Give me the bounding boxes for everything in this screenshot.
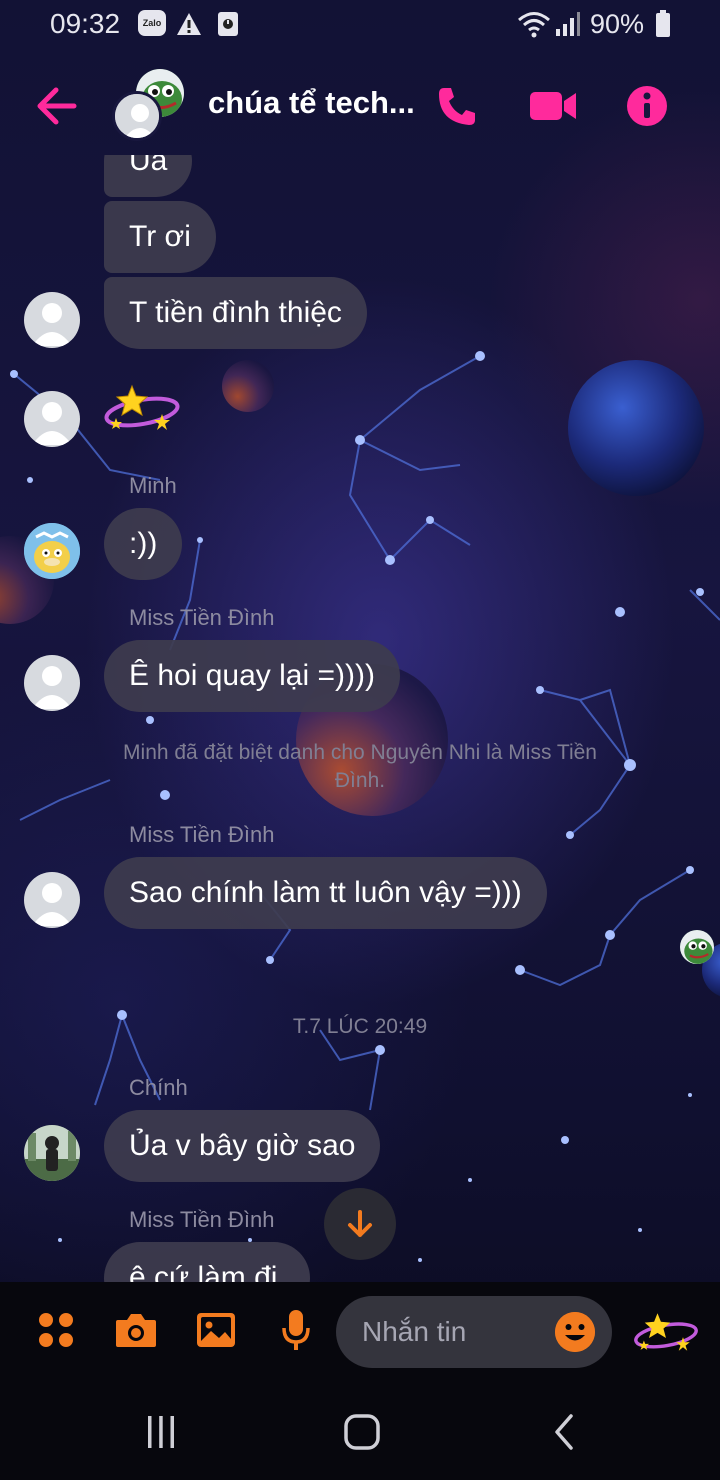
status-bar: 09:32 Zalo 90% [0, 0, 720, 50]
scroll-to-bottom-button[interactable] [324, 1188, 396, 1260]
smiley-icon [555, 1312, 595, 1352]
sender-name: Chính [129, 1075, 188, 1100]
recent-apps-button[interactable] [141, 1412, 181, 1452]
signal-icon [554, 10, 582, 38]
message-bubble[interactable]: Ê hoi quay lại =)))) [104, 640, 400, 712]
video-camera-icon [530, 92, 576, 120]
message-list[interactable]: Ủa Tr ơi T tiền đình thiệc Minh :)) Miss… [0, 155, 720, 1282]
sender-name: Miss Tiền Đình [129, 605, 275, 630]
avatar[interactable] [24, 292, 80, 348]
message-text: T tiền đình thiệc [129, 296, 342, 329]
grid-dots-icon [39, 1313, 73, 1347]
warning-icon [176, 10, 202, 38]
photo-avatar-icon [24, 1125, 80, 1181]
back-arrow-icon [37, 87, 77, 125]
camera-icon [116, 1314, 156, 1347]
sender-name: Miss Tiền Đình [129, 1207, 275, 1232]
gallery-button[interactable] [194, 1306, 238, 1354]
battery-percent: 90% [590, 9, 645, 39]
zalo-notification-icon: Zalo [138, 10, 166, 36]
microphone-icon [282, 1310, 310, 1350]
message-text: Tr ơi [129, 220, 191, 253]
avatar[interactable] [24, 872, 80, 928]
recent-apps-icon [148, 1416, 174, 1448]
stars-sticker[interactable] [102, 380, 182, 436]
avatar[interactable] [24, 391, 80, 447]
message-bubble[interactable]: Sao chính làm tt luôn vậy =))) [104, 857, 547, 929]
message-bubble[interactable]: Tr ơi [104, 201, 216, 273]
screen-record-icon [216, 10, 240, 38]
default-person-icon [32, 303, 72, 346]
video-call-button[interactable] [526, 79, 580, 133]
message-bubble[interactable]: Ủa v bây giờ sao [104, 1110, 381, 1182]
system-back-button[interactable] [544, 1412, 584, 1452]
info-icon [627, 86, 667, 126]
sender-name: Minh [129, 473, 177, 498]
message-text: :)) [129, 527, 158, 560]
message-bubble[interactable]: T tiền đình thiệc [104, 277, 367, 349]
quick-sticker-button[interactable] [632, 1302, 700, 1362]
info-button[interactable] [620, 79, 674, 133]
message-bubble[interactable]: :)) [104, 508, 183, 580]
message-text: Ủa v bây giờ sao [129, 1129, 356, 1162]
message-text: Ủa [129, 155, 168, 177]
voice-call-button[interactable] [430, 79, 484, 133]
stars-sticker-icon [104, 384, 180, 430]
phone-icon [439, 88, 475, 125]
home-button[interactable] [342, 1412, 382, 1452]
status-time: 09:32 [50, 8, 121, 39]
chat-header: chúa tể tech... [0, 55, 720, 155]
avatar-chinh[interactable] [24, 1125, 80, 1181]
back-button[interactable] [30, 80, 82, 132]
stars-sticker-icon [634, 1313, 698, 1351]
group-avatar[interactable] [110, 69, 190, 145]
system-message: Minh đã đặt biệt danh cho Nguyên Nhi là … [123, 741, 597, 792]
arrow-down-icon [348, 1210, 372, 1237]
psyduck-avatar-icon [24, 523, 80, 579]
message-composer [0, 1282, 720, 1382]
more-actions-button[interactable] [34, 1306, 78, 1354]
chevron-left-icon [555, 1414, 573, 1450]
wifi-icon [516, 10, 552, 38]
message-text: Sao chính làm tt luôn vậy =))) [129, 876, 522, 909]
camera-button[interactable] [114, 1306, 158, 1354]
emoji-button[interactable] [555, 1312, 595, 1352]
image-icon [197, 1313, 235, 1347]
system-navigation-bar [0, 1382, 720, 1480]
avatar[interactable] [24, 655, 80, 711]
battery-icon [654, 10, 672, 38]
voice-message-button[interactable] [274, 1306, 318, 1354]
message-text: ê cứ làm đi [129, 1261, 278, 1282]
message-bubble[interactable]: Ủa [104, 155, 193, 197]
message-bubble[interactable]: ê cứ làm đi [104, 1242, 310, 1282]
message-text: Ê hoi quay lại =)))) [129, 659, 375, 692]
seen-avatar [680, 930, 714, 964]
sender-name: Miss Tiền Đình [129, 822, 275, 847]
default-person-icon [32, 402, 72, 445]
home-icon [344, 1414, 380, 1450]
avatar-minh[interactable] [24, 523, 80, 579]
default-avatar [112, 91, 162, 141]
default-person-icon [32, 666, 72, 709]
timestamp-divider: T.7 LÚC 20:49 [292, 1015, 428, 1038]
default-person-icon [32, 883, 72, 926]
chat-title[interactable]: chúa tể tech... [208, 85, 413, 121]
